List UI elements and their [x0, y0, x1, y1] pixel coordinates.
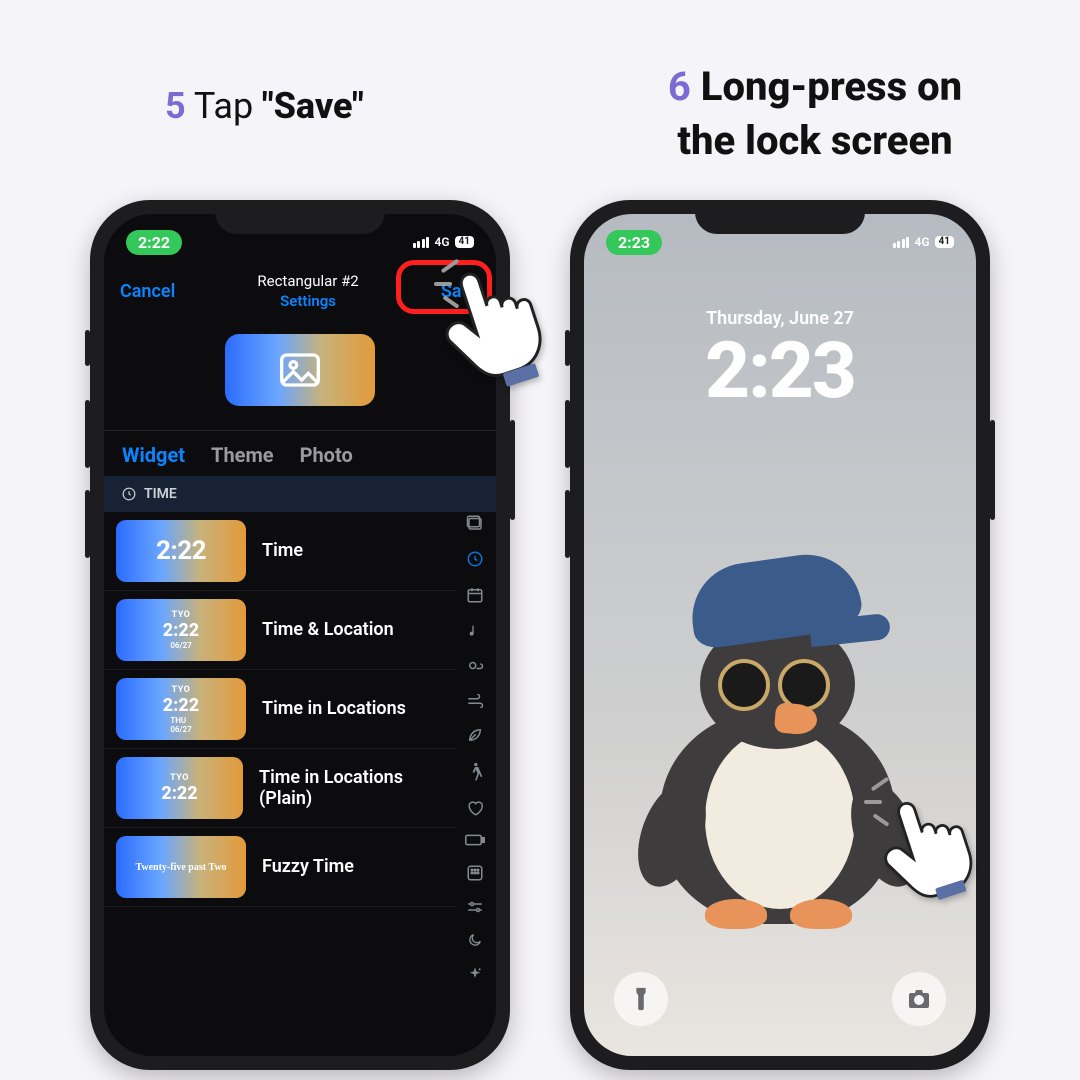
- widget-name: Time & Location: [262, 619, 394, 640]
- photos-icon[interactable]: [466, 514, 484, 532]
- lock-screen[interactable]: 2:23 4G 41 Thursday, June 27 2:23: [584, 214, 976, 1056]
- moon-icon[interactable]: [467, 932, 483, 948]
- flashlight-icon: [631, 986, 651, 1012]
- swatch-date: 06/27: [170, 641, 191, 650]
- nav-title-block: Rectangular #2 Settings: [257, 272, 358, 310]
- phone-mute-switch: [85, 330, 90, 366]
- flashlight-button[interactable]: [614, 972, 668, 1026]
- nav-title: Rectangular #2: [257, 272, 358, 290]
- swatch-time: 2:22: [163, 695, 199, 716]
- clock-icon[interactable]: [466, 550, 484, 568]
- music-icon[interactable]: [467, 622, 483, 640]
- battery-icon: 41: [935, 236, 954, 248]
- section-header-time: TIME: [104, 476, 496, 512]
- swatch-loc: TYO: [172, 610, 191, 620]
- weather-icon[interactable]: [466, 658, 484, 676]
- status-bar: 2:23 4G 41: [584, 214, 976, 260]
- step-6-line1: Long-press on: [701, 63, 962, 110]
- swatch-time: 2:22: [156, 536, 206, 566]
- list-item[interactable]: TYO 2:22 Time in Locations (Plain): [104, 749, 456, 828]
- slider-icon[interactable]: [466, 900, 484, 914]
- phone-volume-up: [85, 400, 90, 468]
- widget-name: Fuzzy Time: [262, 856, 354, 877]
- phone-power-button: [990, 420, 995, 520]
- tap-finger-icon: [430, 260, 550, 394]
- status-bar: 2:22 4G 41: [104, 214, 496, 260]
- widget-swatch: 2:22: [116, 520, 246, 582]
- walk-icon[interactable]: [468, 762, 482, 782]
- step-6-number: 6: [668, 63, 691, 110]
- statusbar-time-pill: 2:23: [606, 230, 662, 255]
- tab-theme[interactable]: Theme: [211, 443, 274, 467]
- calendar-icon[interactable]: [466, 586, 484, 604]
- step-6-line2: the lock screen: [677, 117, 952, 164]
- statusbar-right: 4G 41: [413, 235, 474, 249]
- phone-volume-down: [565, 490, 570, 558]
- clock-icon: [122, 487, 136, 501]
- lockscreen-time: 2:23: [584, 326, 976, 417]
- widget-swatch: TYO 2:22: [116, 757, 243, 819]
- swatch-loc: TYO: [172, 685, 191, 695]
- step-5-number: 5: [165, 85, 186, 127]
- phone-volume-down: [85, 490, 90, 558]
- phone-volume-up: [565, 400, 570, 468]
- signal-icon: [893, 237, 910, 248]
- camera-icon: [907, 989, 931, 1009]
- heart-icon[interactable]: [466, 800, 484, 816]
- network-label: 4G: [434, 235, 449, 249]
- widget-preview-swatch[interactable]: [225, 334, 375, 406]
- category-sidebar[interactable]: [462, 514, 488, 1046]
- widget-list[interactable]: 2:22 Time TYO 2:22 06/27 Time & Location…: [104, 512, 456, 1056]
- widget-name: Time in Locations: [262, 698, 406, 719]
- network-label: 4G: [914, 235, 929, 249]
- camera-button[interactable]: [892, 972, 946, 1026]
- phone-mute-switch: [565, 330, 570, 366]
- sparkle-icon[interactable]: [467, 966, 483, 982]
- list-item[interactable]: TYO 2:22 THU 06/27 Time in Locations: [104, 670, 456, 749]
- widget-name: Time: [262, 540, 303, 561]
- list-item[interactable]: Twenty-five past Two Fuzzy Time: [104, 828, 456, 907]
- swatch-time: 2:22: [161, 783, 197, 804]
- image-icon: [280, 353, 320, 387]
- section-title: TIME: [144, 486, 177, 502]
- widget-swatch: Twenty-five past Two: [116, 836, 246, 898]
- phone-power-button: [510, 420, 515, 520]
- swatch-time: 2:22: [163, 620, 199, 641]
- grid-icon[interactable]: [466, 864, 484, 882]
- penguin-sunglasses: [718, 659, 830, 711]
- swatch-loc: TYO: [170, 773, 189, 783]
- wind-icon[interactable]: [466, 694, 484, 708]
- battery-icon: 41: [455, 236, 474, 248]
- step-5-text: Tap: [194, 85, 262, 127]
- tab-widget[interactable]: Widget: [122, 443, 185, 467]
- widget-name: Time in Locations (Plain): [259, 767, 456, 809]
- swatch-fuzzy: Twenty-five past Two: [135, 862, 226, 873]
- step-6-title: 6 Long-press on the lock screen: [600, 60, 1030, 168]
- list-item[interactable]: 2:22 Time: [104, 512, 456, 591]
- statusbar-time-pill: 2:22: [126, 230, 182, 255]
- longpress-finger-icon: [870, 790, 980, 914]
- cancel-button[interactable]: Cancel: [120, 281, 175, 302]
- settings-link[interactable]: Settings: [257, 292, 358, 310]
- leaf-icon[interactable]: [466, 726, 484, 744]
- step-5-title: 5 Tap "Save": [165, 85, 364, 127]
- widget-swatch: TYO 2:22 THU 06/27: [116, 678, 246, 740]
- widget-swatch: TYO 2:22 06/27: [116, 599, 246, 661]
- phone-right: 2:23 4G 41 Thursday, June 27 2:23: [570, 200, 990, 1070]
- tab-photo[interactable]: Photo: [300, 443, 353, 467]
- signal-icon: [413, 237, 430, 248]
- battery-icon[interactable]: [465, 834, 485, 846]
- list-item[interactable]: TYO 2:22 06/27 Time & Location: [104, 591, 456, 670]
- tabs: Widget Theme Photo: [104, 430, 496, 480]
- step-5-bold: "Save": [262, 85, 364, 127]
- statusbar-right: 4G 41: [893, 235, 954, 249]
- swatch-date: THU 06/27: [170, 716, 191, 734]
